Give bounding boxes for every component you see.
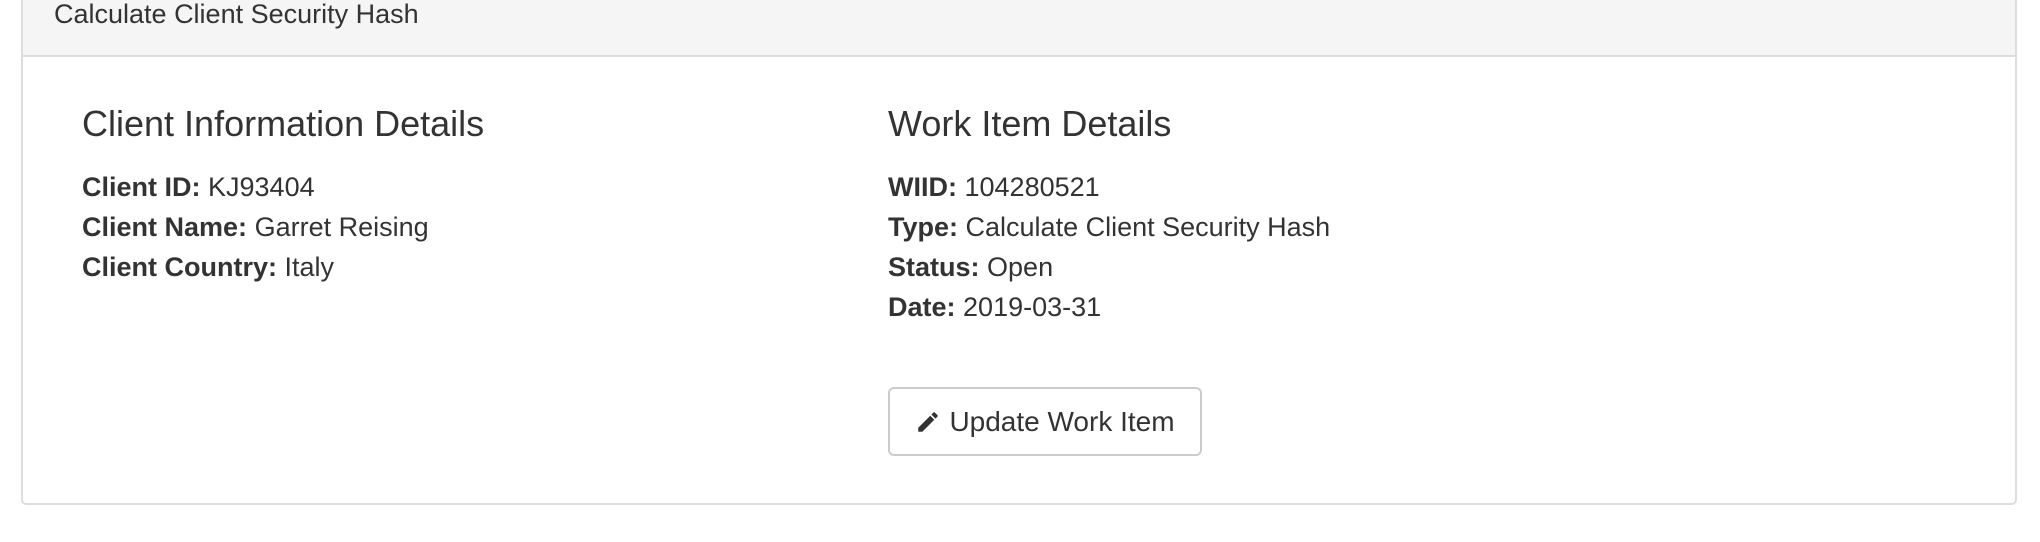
client-id-label: Client ID: <box>82 172 201 202</box>
wiid-value: 104280521 <box>964 172 1100 202</box>
date-label: Date: <box>888 292 956 322</box>
client-name-row: Client Name: Garret Reising <box>82 211 429 243</box>
wiid-row: WIID: 104280521 <box>888 171 1100 203</box>
update-work-item-button[interactable]: Update Work Item <box>888 387 1202 456</box>
pencil-icon <box>918 411 939 432</box>
work-item-details-title: Work Item Details <box>888 103 1172 144</box>
client-id-row: Client ID: KJ93404 <box>82 171 315 203</box>
client-country-value: Italy <box>284 252 335 282</box>
type-row: Type: Calculate Client Security Hash <box>888 211 1330 243</box>
status-value: Open <box>987 252 1054 282</box>
wiid-label: WIID: <box>888 172 957 202</box>
client-id-value: KJ93404 <box>208 172 315 202</box>
client-details-title: Client Information Details <box>82 103 485 144</box>
client-name-label: Client Name: <box>82 212 248 242</box>
status-label: Status: <box>888 252 980 282</box>
panel-heading: Calculate Client Security Hash <box>23 0 2015 57</box>
date-row: Date: 2019-03-31 <box>888 291 1101 323</box>
status-row: Status: Open <box>888 251 1053 283</box>
client-country-row: Client Country: Italy <box>82 251 334 283</box>
date-value: 2019-03-31 <box>963 292 1102 322</box>
client-name-value: Garret Reising <box>254 212 429 242</box>
update-work-item-label: Update Work Item <box>949 405 1175 437</box>
type-value: Calculate Client Security Hash <box>965 212 1331 242</box>
type-label: Type: <box>888 212 959 242</box>
client-country-label: Client Country: <box>82 252 277 282</box>
